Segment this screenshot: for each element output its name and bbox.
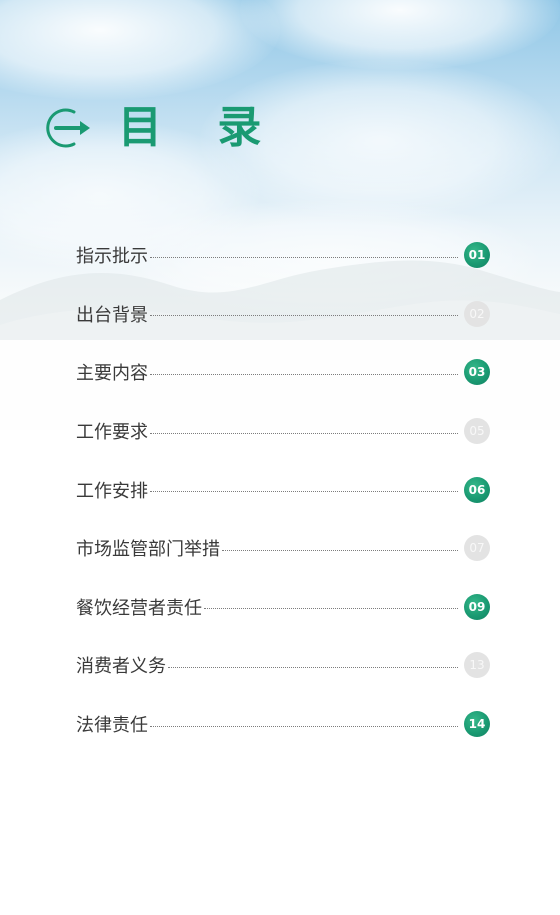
cloud-decoration: [240, 0, 560, 70]
dotted-leader: [222, 549, 458, 551]
page-title: 目 录: [118, 102, 282, 153]
cloud-decoration: [0, 0, 280, 100]
toc-header: 目 录: [42, 100, 281, 156]
dotted-leader: [150, 373, 458, 375]
page-number-badge: 07: [464, 535, 490, 562]
toc-entry[interactable]: 法律责任 14: [0, 695, 560, 754]
toc-entry[interactable]: 消费者义务 13: [0, 636, 560, 695]
toc-entry[interactable]: 餐饮经营者责任 09: [0, 578, 560, 637]
page-number-badge: 13: [464, 652, 490, 679]
toc-list: 指示批示 01 出台背景 02 主要内容 03 工作要求 05 工作安排 06 市场监管部门举措 07…: [0, 226, 560, 753]
toc-entry-label: 市场监管部门举措: [76, 539, 220, 561]
dotted-leader: [150, 256, 458, 258]
toc-entry[interactable]: 主要内容 03: [0, 343, 560, 402]
toc-entry-label: 工作安排: [76, 480, 148, 502]
toc-entry-label: 出台背景: [76, 304, 148, 326]
toc-entry-label: 餐饮经营者责任: [76, 597, 202, 619]
dotted-leader: [150, 315, 458, 317]
toc-entry[interactable]: 出台背景 02: [0, 285, 560, 344]
toc-entry-label: 法律责任: [76, 715, 148, 737]
dotted-leader: [150, 432, 458, 434]
dotted-leader: [150, 725, 458, 727]
page-number-badge: 01: [464, 242, 490, 269]
toc-entry-label: 消费者义务: [76, 656, 166, 678]
dotted-leader: [204, 608, 458, 610]
toc-entry-label: 指示批示: [76, 246, 148, 268]
dotted-leader: [150, 491, 458, 493]
page-number-badge: 05: [464, 418, 490, 445]
page-number-badge: 03: [464, 359, 490, 386]
toc-page: 目 录 指示批示 01 出台背景 02 主要内容 03 工作要求 05 工作安排 06 市场监管部门…: [0, 0, 560, 915]
arrow-circle-icon: [46, 108, 90, 148]
dotted-leader: [168, 666, 458, 668]
toc-entry[interactable]: 工作要求 05: [0, 402, 560, 461]
page-number-badge: 14: [464, 711, 490, 738]
toc-entry-label: 工作要求: [76, 422, 148, 444]
page-number-badge: 06: [464, 476, 490, 503]
toc-entry-label: 主要内容: [76, 363, 148, 385]
page-number-badge: 02: [464, 300, 490, 327]
toc-entry[interactable]: 指示批示 01: [0, 226, 560, 285]
page-number-badge: 09: [464, 593, 490, 620]
toc-entry[interactable]: 工作安排 06: [0, 460, 560, 519]
toc-entry[interactable]: 市场监管部门举措 07: [0, 519, 560, 578]
